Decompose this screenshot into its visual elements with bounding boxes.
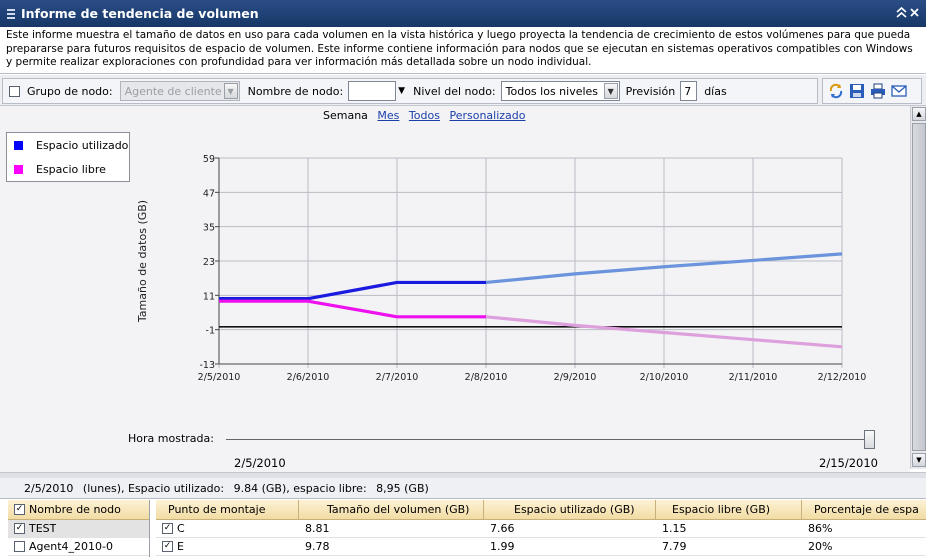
refresh-icon[interactable] — [828, 83, 844, 99]
status-date: 2/5/2010 — [24, 482, 74, 495]
node-group-label: Grupo de nodo: — [27, 84, 113, 98]
menu-icon[interactable] — [7, 8, 15, 19]
node-group-checkbox[interactable] — [9, 85, 20, 97]
column-header-used[interactable]: Espacio utilizado (GB) — [484, 500, 656, 519]
table-row[interactable]: ✓ TEST — [8, 520, 149, 538]
node-group-select[interactable]: Agente de cliente ▼ — [119, 81, 240, 101]
node-checkbox[interactable] — [14, 541, 25, 552]
time-slider-start: 2/5/2010 — [234, 456, 286, 470]
legend-label-used: Espacio utilizado — [36, 138, 129, 152]
volume-free: 7.79 — [662, 540, 687, 553]
forecast-unit: días — [704, 84, 727, 98]
select-all-nodes-checkbox[interactable]: ✓ — [14, 504, 25, 515]
node-name-dropdown-icon[interactable]: ▼ — [398, 86, 405, 96]
scroll-down-icon[interactable]: ▼ — [912, 453, 926, 467]
nodes-grid: ✓ Nombre de nodo ✓ TEST Agent4_2010-0 — [8, 500, 150, 557]
volume-size: 8.81 — [305, 522, 330, 535]
y-tick-label: 23 — [203, 257, 215, 268]
vertical-scrollbar[interactable]: ▲ ▼ — [910, 106, 926, 469]
x-tick-label: 2/12/2010 — [818, 372, 867, 383]
details-panel: ✓ Nombre de nodo ✓ TEST Agent4_2010-0 Pu… — [0, 498, 926, 557]
x-tick-label: 2/11/2010 — [729, 372, 778, 383]
status-free: 8,95 (GB) — [376, 482, 429, 495]
forecast-label: Previsión — [625, 84, 676, 98]
volume-used: 1.99 — [490, 540, 515, 553]
x-tick-label: 2/6/2010 — [287, 372, 330, 383]
y-tick-label: 11 — [203, 291, 215, 302]
legend-label-free: Espacio libre — [36, 162, 106, 176]
time-slider-label: Hora mostrada: — [128, 432, 214, 445]
volumes-grid-header: Punto de montaje Tamaño del volumen (GB)… — [156, 500, 926, 520]
forecast-days-input[interactable]: 7 — [680, 81, 698, 101]
volumes-grid: Punto de montaje Tamaño del volumen (GB)… — [156, 500, 926, 557]
scroll-up-icon[interactable]: ▲ — [912, 107, 926, 121]
column-header-free[interactable]: Espacio libre (GB) — [656, 500, 802, 519]
volume-free: 1.15 — [662, 522, 687, 535]
nodes-header-label: Nombre de nodo — [29, 503, 121, 516]
y-tick-label: -1 — [206, 326, 215, 337]
mount-point: E — [177, 540, 184, 553]
y-tick-label: 59 — [203, 154, 215, 165]
y-tick-label: 47 — [203, 188, 215, 199]
window-title: Informe de tendencia de volumen — [21, 6, 259, 21]
y-axis-label: Tamaño de datos (GB) — [136, 200, 149, 323]
x-tick-label: 2/10/2010 — [640, 372, 689, 383]
volume-used: 7.66 — [490, 522, 515, 535]
y-tick-label: -13 — [199, 360, 215, 371]
x-tick-label: 2/5/2010 — [198, 372, 241, 383]
time-slider-track[interactable] — [226, 439, 874, 440]
volume-trend-report-window: Informe de tendencia de volumen Este inf… — [0, 0, 926, 557]
collapse-icon[interactable] — [896, 6, 907, 19]
chevron-down-icon: ▼ — [603, 83, 618, 99]
legend-item-used: Espacio utilizado — [7, 133, 129, 157]
status-bar: 2/5/2010 (lunes), Espacio utilizado: 9.8… — [0, 478, 926, 498]
column-header-size[interactable]: Tamaño del volumen (GB) — [299, 500, 484, 519]
close-icon[interactable] — [909, 6, 920, 19]
time-slider-end: 2/15/2010 — [819, 456, 878, 470]
table-row[interactable]: ✓ C 8.81 7.66 1.15 86% — [156, 520, 926, 538]
node-level-select[interactable]: Todos los niveles ▼ — [500, 81, 620, 101]
report-description: Este informe muestra el tamaño de datos … — [0, 27, 926, 74]
node-name-label: Nombre de nodo: — [247, 84, 344, 98]
table-row[interactable]: ✓ E 9.78 1.99 7.79 20% — [156, 538, 926, 556]
node-name: Agent4_2010-0 — [29, 540, 114, 553]
title-bar: Informe de tendencia de volumen — [0, 0, 926, 27]
legend-swatch-used — [14, 140, 23, 150]
status-used: 9.84 (GB), espacio libre: — [233, 482, 367, 495]
x-tick-label: 2/7/2010 — [376, 372, 419, 383]
chart-panel: Semana Mes Todos Personalizado 59 47 35 23 1… — [0, 106, 910, 472]
column-header-mount[interactable]: Punto de montaje — [156, 500, 299, 519]
volume-percent: 20% — [808, 540, 833, 553]
volume-checkbox[interactable]: ✓ — [162, 523, 173, 534]
node-name-input[interactable] — [348, 81, 397, 101]
chevron-down-icon: ▼ — [223, 83, 238, 99]
y-tick-label: 35 — [203, 223, 215, 234]
volume-checkbox[interactable]: ✓ — [162, 541, 173, 552]
volume-trend-chart: 59 47 35 23 11 -1 -132/5/2010 2/6/2010 2/7/2010 2… — [136, 154, 867, 383]
print-icon[interactable] — [870, 83, 886, 99]
save-icon[interactable] — [849, 83, 865, 99]
node-level-value: Todos los niveles — [505, 84, 599, 98]
node-level-label: Nivel del nodo: — [413, 84, 496, 98]
node-group-value: Agente de cliente — [124, 84, 222, 98]
volume-percent: 86% — [808, 522, 833, 535]
legend-swatch-free — [14, 164, 23, 174]
scroll-thumb[interactable] — [912, 123, 926, 451]
mount-point: C — [177, 522, 185, 535]
nodes-grid-header: ✓ Nombre de nodo — [8, 500, 149, 520]
legend-item-free: Espacio libre — [7, 157, 129, 181]
table-row[interactable]: Agent4_2010-0 — [8, 538, 149, 556]
volume-size: 9.78 — [305, 540, 330, 553]
email-icon[interactable] — [891, 83, 907, 99]
node-checkbox[interactable]: ✓ — [14, 523, 25, 534]
time-slider-thumb[interactable] — [864, 430, 875, 449]
column-header-percent[interactable]: Porcentaje de espa — [802, 500, 926, 519]
x-tick-label: 2/9/2010 — [554, 372, 597, 383]
x-tick-label: 2/8/2010 — [465, 372, 508, 383]
filter-toolbar: Grupo de nodo: Agente de cliente ▼ Nombr… — [0, 75, 926, 106]
status-day: (lunes), Espacio utilizado: — [82, 482, 225, 495]
node-name: TEST — [29, 522, 57, 535]
chart-legend: Espacio utilizado Espacio libre — [6, 132, 130, 182]
